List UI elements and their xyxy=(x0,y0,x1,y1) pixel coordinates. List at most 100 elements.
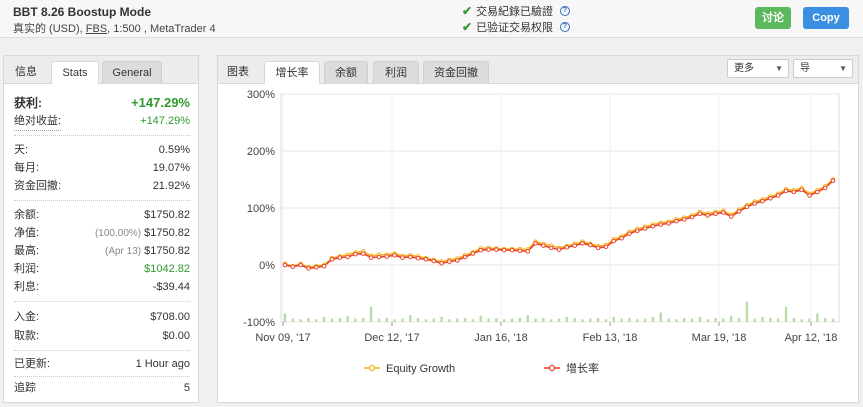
growth-point xyxy=(368,255,374,260)
volume-bar xyxy=(503,319,506,322)
x-tick-label: Nov 09, '17 xyxy=(255,332,310,344)
x-axis-ticks: Nov 09, '17 Dec 12, '17 Jan 16, '18 Feb 13,… xyxy=(255,322,837,344)
volume-bar xyxy=(816,313,819,322)
growth-point xyxy=(760,198,765,204)
growth-point xyxy=(321,263,327,269)
volume-bar xyxy=(761,316,764,322)
volume-bar xyxy=(424,319,428,322)
growth-point xyxy=(768,196,773,201)
volume-bar xyxy=(518,317,522,322)
growth-point xyxy=(290,264,296,270)
growth-point xyxy=(627,231,632,236)
growth-point xyxy=(486,247,491,252)
growth-point xyxy=(619,235,624,241)
volume-bar xyxy=(354,318,357,322)
volume-bar xyxy=(643,318,647,322)
volume-bar xyxy=(565,316,569,322)
growth-point xyxy=(329,257,335,262)
volume-bar xyxy=(456,318,459,322)
growth-point xyxy=(407,254,413,260)
volume-bar xyxy=(362,317,365,322)
growth-point xyxy=(314,264,319,270)
growth-point xyxy=(830,178,836,183)
growth-point xyxy=(517,248,523,254)
growth-point xyxy=(650,223,656,229)
volume-bar xyxy=(651,316,655,322)
growth-point xyxy=(384,254,390,259)
growth-point xyxy=(697,211,703,216)
growth-point xyxy=(658,222,664,227)
x-tick-label: Dec 12, '17 xyxy=(364,332,419,344)
growth-point xyxy=(345,254,350,260)
volume-bar xyxy=(573,317,576,322)
growth-point xyxy=(478,247,484,253)
x-tick-label: Jan 16, '18 xyxy=(474,332,527,344)
volume-bar xyxy=(706,319,709,322)
volume-bar xyxy=(479,315,482,322)
growth-point xyxy=(564,245,570,250)
growth-point xyxy=(588,242,593,248)
legend-label[interactable]: 增长率 xyxy=(566,361,599,375)
volume-bar xyxy=(745,301,749,322)
volume-bar xyxy=(636,319,639,322)
growth-point xyxy=(439,260,444,266)
volume-bar xyxy=(823,317,827,322)
growth-point xyxy=(541,243,546,248)
growth-point xyxy=(454,258,460,263)
volume-bar xyxy=(714,317,717,322)
volume-bar xyxy=(675,319,678,322)
volume-bar xyxy=(628,317,631,322)
growth-point xyxy=(603,244,609,250)
volume-bar xyxy=(534,318,537,322)
volume-bar xyxy=(432,318,435,322)
volume-bar xyxy=(753,318,756,322)
growth-point xyxy=(580,241,585,246)
volume-bar xyxy=(440,316,443,322)
volume-bar xyxy=(393,319,396,322)
growth-point xyxy=(822,185,828,191)
growth-point xyxy=(572,243,577,248)
growth-point xyxy=(415,255,421,261)
growth-point xyxy=(447,259,452,264)
volume-bar xyxy=(315,319,318,322)
growth-point xyxy=(282,262,288,268)
volume-bar xyxy=(448,319,451,322)
volume-bar xyxy=(620,318,623,322)
y-axis-ticks: 300% 200% 100% 0% -100% xyxy=(243,89,275,329)
growth-point xyxy=(611,238,617,244)
legend-swatch-marker xyxy=(368,364,376,372)
volume-bar xyxy=(784,306,788,322)
volume-bar xyxy=(322,316,326,322)
volume-bar xyxy=(471,319,475,322)
chart-legend: Equity Growth 增长率 xyxy=(364,361,599,375)
volume-bar xyxy=(808,318,811,322)
volume-bar xyxy=(338,317,341,322)
volume-bar xyxy=(604,319,608,322)
growth-point xyxy=(634,228,640,234)
legend-label[interactable]: Equity Growth xyxy=(386,363,455,375)
volume-bar xyxy=(831,318,835,322)
growth-point xyxy=(431,258,437,264)
growth-point xyxy=(815,189,820,195)
growth-point xyxy=(775,193,781,198)
volume-bar xyxy=(737,317,741,322)
x-tick-label: Feb 13, '18 xyxy=(583,332,638,344)
y-tick-label: 200% xyxy=(247,146,275,158)
growth-point xyxy=(392,253,397,258)
volume-bar xyxy=(769,317,772,322)
volume-bar xyxy=(283,313,287,322)
growth-point xyxy=(791,189,797,195)
x-tick-label: Apr 12, '18 xyxy=(785,332,838,344)
growth-point xyxy=(666,221,671,226)
growth-point xyxy=(689,214,695,220)
volume-bar xyxy=(369,306,373,322)
volume-bar xyxy=(557,318,561,322)
volume-bar xyxy=(690,318,694,322)
growth-point xyxy=(360,251,366,256)
volume-bar xyxy=(792,317,796,322)
growth-point xyxy=(752,201,758,206)
volume-bar xyxy=(346,315,349,322)
growth-point xyxy=(337,255,343,260)
volume-bar xyxy=(730,315,733,322)
volume-bar xyxy=(401,318,404,322)
